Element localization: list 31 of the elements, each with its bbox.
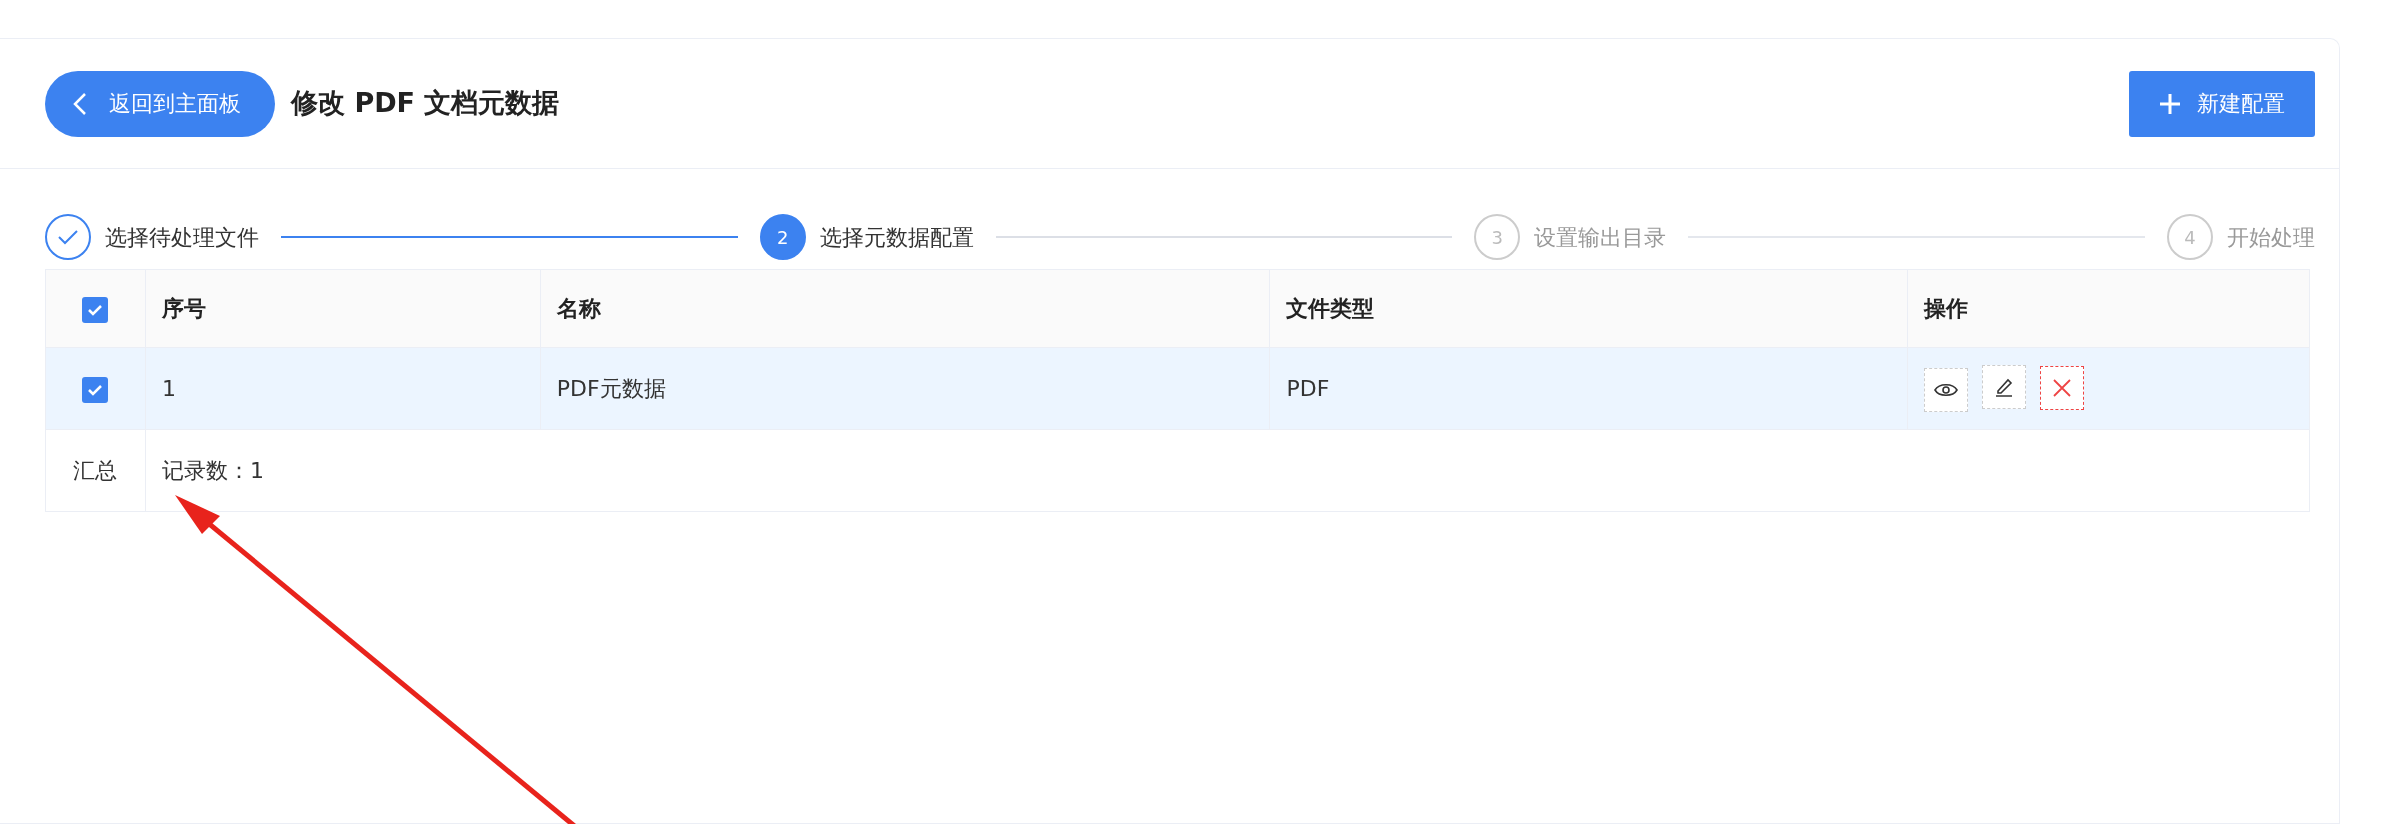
step-label: 选择元数据配置 — [819, 223, 974, 252]
check-icon — [87, 304, 104, 316]
checkbox[interactable] — [82, 377, 109, 403]
eye-icon — [1934, 382, 1959, 398]
column-header: 序号 — [161, 296, 206, 321]
new-config-button[interactable]: 新建配置 — [2129, 70, 2315, 137]
step-number: 4 — [2167, 214, 2213, 260]
edit-button[interactable] — [1982, 365, 2027, 409]
column-header: 文件类型 — [1286, 296, 1375, 321]
table-cell: PDF — [1286, 376, 1330, 401]
column-header: 名称 — [556, 296, 601, 321]
back-button[interactable]: 返回到主面板 — [45, 70, 275, 137]
step-label: 设置输出目录 — [1534, 223, 1667, 252]
summary-label: 汇总 — [73, 458, 118, 483]
step-number: 2 — [759, 214, 806, 260]
chevron-left-icon — [73, 91, 87, 116]
plus-icon — [2159, 92, 2181, 115]
record-count: 记录数：1 — [161, 458, 264, 483]
step-number: 3 — [1474, 214, 1521, 260]
step-label: 开始处理 — [2227, 223, 2315, 252]
table-cell: 1 — [161, 376, 176, 401]
close-icon — [2052, 378, 2073, 398]
checkbox[interactable] — [82, 297, 109, 323]
page-title: 修改 PDF 文档元数据 — [291, 86, 560, 121]
check-icon — [87, 384, 104, 396]
step-label: 选择待处理文件 — [105, 223, 259, 252]
check-icon — [45, 214, 91, 260]
delete-button[interactable] — [2040, 366, 2085, 410]
column-header: 操作 — [1924, 296, 1969, 321]
table-cell: PDF元数据 — [556, 376, 666, 401]
view-button[interactable] — [1924, 368, 1969, 412]
